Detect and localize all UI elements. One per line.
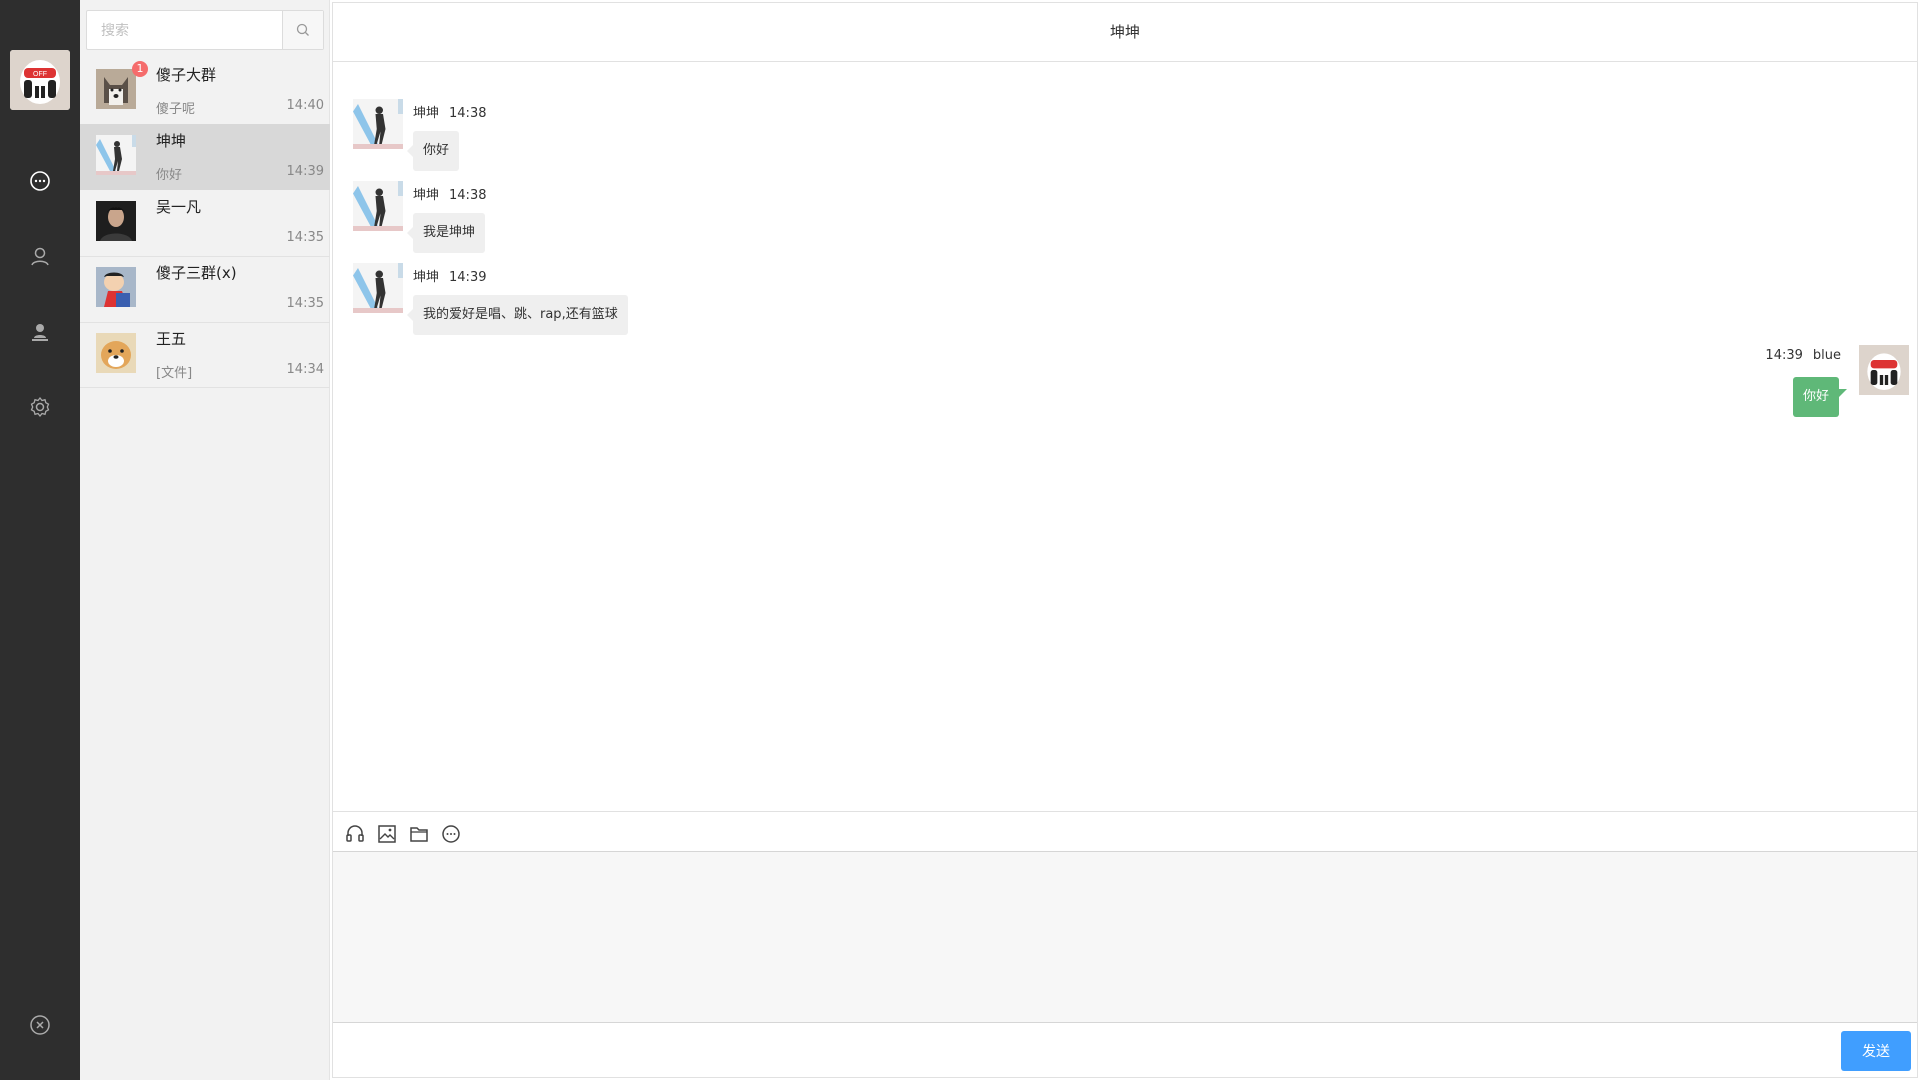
headset-icon[interactable] [343, 822, 367, 846]
message-meta: 坤坤 14:38 [413, 184, 486, 203]
message-time: 14:39 [1765, 348, 1803, 363]
my-avatar[interactable] [1859, 345, 1909, 395]
message-meta: 坤坤 14:39 [413, 266, 486, 285]
search-button[interactable] [282, 11, 323, 49]
conversation-time: 14:40 [286, 98, 324, 113]
unread-badge: 1 [132, 61, 148, 77]
sender-name: blue [1812, 348, 1841, 363]
avatar [96, 333, 136, 373]
divider [80, 387, 330, 388]
avatar [96, 267, 136, 307]
avatar[interactable] [353, 263, 403, 313]
emoji-chat-icon[interactable] [439, 822, 463, 846]
chat-bubble-icon[interactable] [24, 165, 56, 197]
conversation-preview: 你好 [156, 168, 183, 183]
sender-name: 坤坤 [413, 188, 440, 203]
conversation-preview: [文件] [156, 366, 193, 381]
search-box [86, 10, 324, 50]
conversation-time: 14:35 [286, 230, 324, 245]
message-meta: 坤坤 14:38 [413, 102, 486, 121]
sender-name: 坤坤 [413, 270, 440, 285]
conversation-item[interactable]: 王五 [文件] 14:34 [80, 322, 330, 388]
svg-text:OFF: OFF [33, 71, 47, 78]
folder-icon[interactable] [407, 822, 431, 846]
composer-toolbar [333, 811, 1917, 853]
avatar [96, 201, 136, 241]
message-input[interactable] [333, 851, 1917, 1023]
avatar [96, 135, 136, 175]
message-outgoing: 14:39 blue 你好 [1609, 345, 1909, 435]
conversation-name: 坤坤 [156, 132, 187, 150]
search-icon [296, 23, 309, 36]
message-meta: 14:39 blue [1765, 348, 1841, 363]
message-time: 14:39 [449, 270, 487, 285]
conversation-item[interactable]: 1 傻子大群 傻子呢 14:40 [80, 58, 330, 124]
conversation-list: 1 傻子大群 傻子呢 14:40 坤坤 你好 14:39 吴一凡 14:35 傻… [80, 0, 330, 1080]
conversation-name: 吴一凡 [156, 198, 202, 216]
conversation-name: 傻子大群 [156, 66, 217, 84]
my-avatar[interactable]: OFF [10, 50, 70, 110]
conversation-name: 王五 [156, 330, 187, 348]
conversation-name: 傻子三群(x) [156, 264, 237, 282]
message-time: 14:38 [449, 106, 487, 121]
contacts-icon[interactable] [24, 316, 56, 348]
search-input[interactable] [87, 11, 282, 49]
nav-rail: OFF [0, 0, 80, 1080]
conversation-time: 14:39 [286, 164, 324, 179]
gear-icon[interactable] [24, 391, 56, 423]
avatar[interactable] [353, 99, 403, 149]
message-time: 14:38 [449, 188, 487, 203]
chat-title: 坤坤 [333, 3, 1917, 62]
message-bubble[interactable]: 你好 [406, 131, 460, 171]
image-icon[interactable] [375, 822, 399, 846]
conversation-time: 14:35 [286, 296, 324, 311]
conversation-item[interactable]: 傻子三群(x) 14:35 [80, 256, 330, 322]
message-bubble[interactable]: 我的爱好是唱、跳、rap,还有篮球 [407, 295, 628, 335]
chat-panel: 坤坤 坤坤 14:38 你好 坤坤 14:38 我是坤坤 坤坤 14:39 我的爱好是… [332, 2, 1918, 1078]
sender-name: 坤坤 [413, 106, 440, 121]
conversation-time: 14:34 [286, 362, 324, 377]
message-bubble[interactable]: 你好 [1792, 377, 1848, 417]
send-button[interactable]: 发送 [1841, 1031, 1911, 1071]
message-bubble[interactable]: 我是坤坤 [406, 213, 486, 253]
conversation-item-active[interactable]: 坤坤 你好 14:39 [80, 124, 330, 190]
avatar [96, 69, 136, 109]
avatar[interactable] [353, 181, 403, 231]
conversation-item[interactable]: 吴一凡 14:35 [80, 190, 330, 256]
conversation-preview: 傻子呢 [156, 102, 196, 117]
user-icon[interactable] [24, 240, 56, 272]
close-circle-icon[interactable] [24, 1009, 56, 1041]
